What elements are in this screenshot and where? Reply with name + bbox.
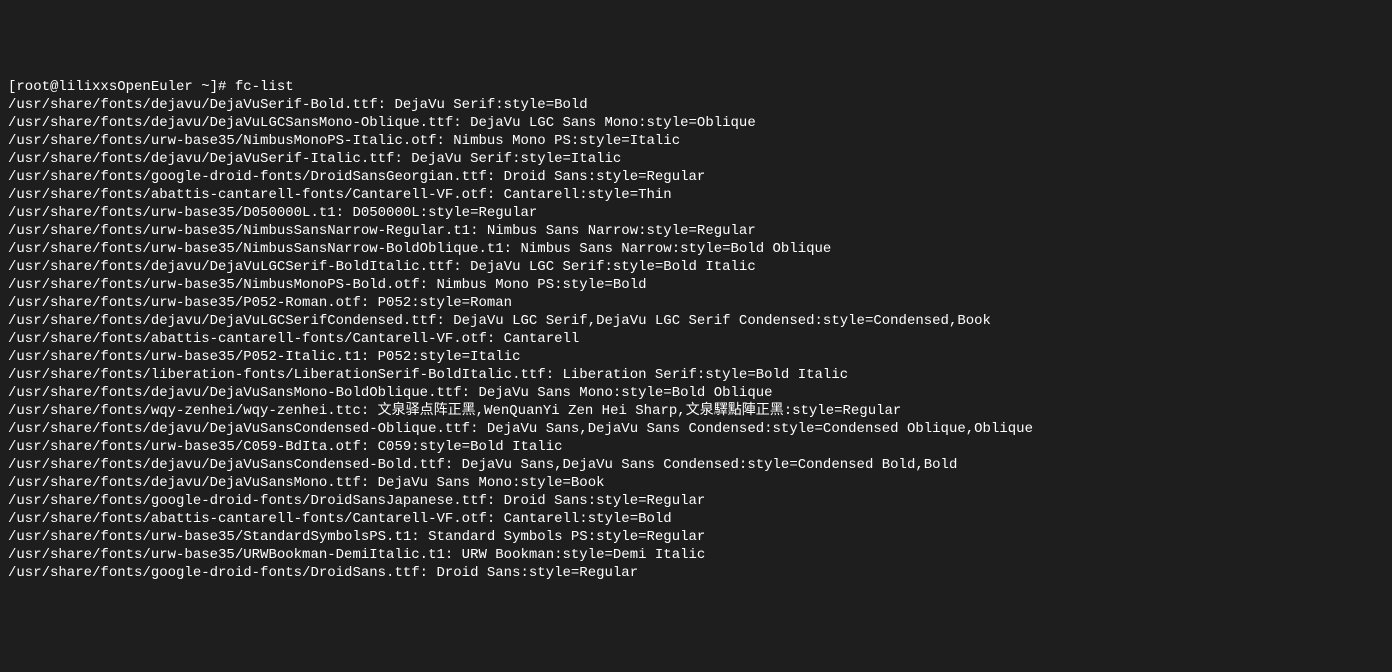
- output-line: /usr/share/fonts/urw-base35/NimbusSansNa…: [8, 240, 1384, 258]
- output-line: /usr/share/fonts/urw-base35/P052-Roman.o…: [8, 294, 1384, 312]
- output-line: /usr/share/fonts/wqy-zenhei/wqy-zenhei.t…: [8, 402, 1384, 420]
- output-line: /usr/share/fonts/dejavu/DejaVuSansMono.t…: [8, 474, 1384, 492]
- prompt-line: [root@lilixxsOpenEuler ~]# fc-list: [8, 78, 1384, 96]
- output-line: /usr/share/fonts/google-droid-fonts/Droi…: [8, 168, 1384, 186]
- output-line: /usr/share/fonts/dejavu/DejaVuLGCSerif-B…: [8, 258, 1384, 276]
- output-line: /usr/share/fonts/urw-base35/StandardSymb…: [8, 528, 1384, 546]
- output-line: /usr/share/fonts/dejavu/DejaVuSerif-Ital…: [8, 150, 1384, 168]
- output-line: /usr/share/fonts/dejavu/DejaVuSansConden…: [8, 420, 1384, 438]
- output-line: /usr/share/fonts/urw-base35/NimbusMonoPS…: [8, 276, 1384, 294]
- output-line: /usr/share/fonts/dejavu/DejaVuLGCSerifCo…: [8, 312, 1384, 330]
- output-line: /usr/share/fonts/dejavu/DejaVuSerif-Bold…: [8, 96, 1384, 114]
- output-line: /usr/share/fonts/abattis-cantarell-fonts…: [8, 186, 1384, 204]
- terminal-output[interactable]: [root@lilixxsOpenEuler ~]# fc-list/usr/s…: [8, 78, 1384, 582]
- output-line: /usr/share/fonts/urw-base35/NimbusMonoPS…: [8, 132, 1384, 150]
- output-line: /usr/share/fonts/urw-base35/NimbusSansNa…: [8, 222, 1384, 240]
- output-line: /usr/share/fonts/urw-base35/C059-BdIta.o…: [8, 438, 1384, 456]
- output-line: /usr/share/fonts/urw-base35/URWBookman-D…: [8, 546, 1384, 564]
- output-line: /usr/share/fonts/abattis-cantarell-fonts…: [8, 330, 1384, 348]
- output-line: /usr/share/fonts/dejavu/DejaVuSansConden…: [8, 456, 1384, 474]
- output-line: /usr/share/fonts/liberation-fonts/Libera…: [8, 366, 1384, 384]
- output-line: /usr/share/fonts/urw-base35/D050000L.t1:…: [8, 204, 1384, 222]
- output-line: /usr/share/fonts/google-droid-fonts/Droi…: [8, 564, 1384, 582]
- output-line: /usr/share/fonts/abattis-cantarell-fonts…: [8, 510, 1384, 528]
- output-line: /usr/share/fonts/dejavu/DejaVuLGCSansMon…: [8, 114, 1384, 132]
- output-line: /usr/share/fonts/dejavu/DejaVuSansMono-B…: [8, 384, 1384, 402]
- output-line: /usr/share/fonts/urw-base35/P052-Italic.…: [8, 348, 1384, 366]
- output-line: /usr/share/fonts/google-droid-fonts/Droi…: [8, 492, 1384, 510]
